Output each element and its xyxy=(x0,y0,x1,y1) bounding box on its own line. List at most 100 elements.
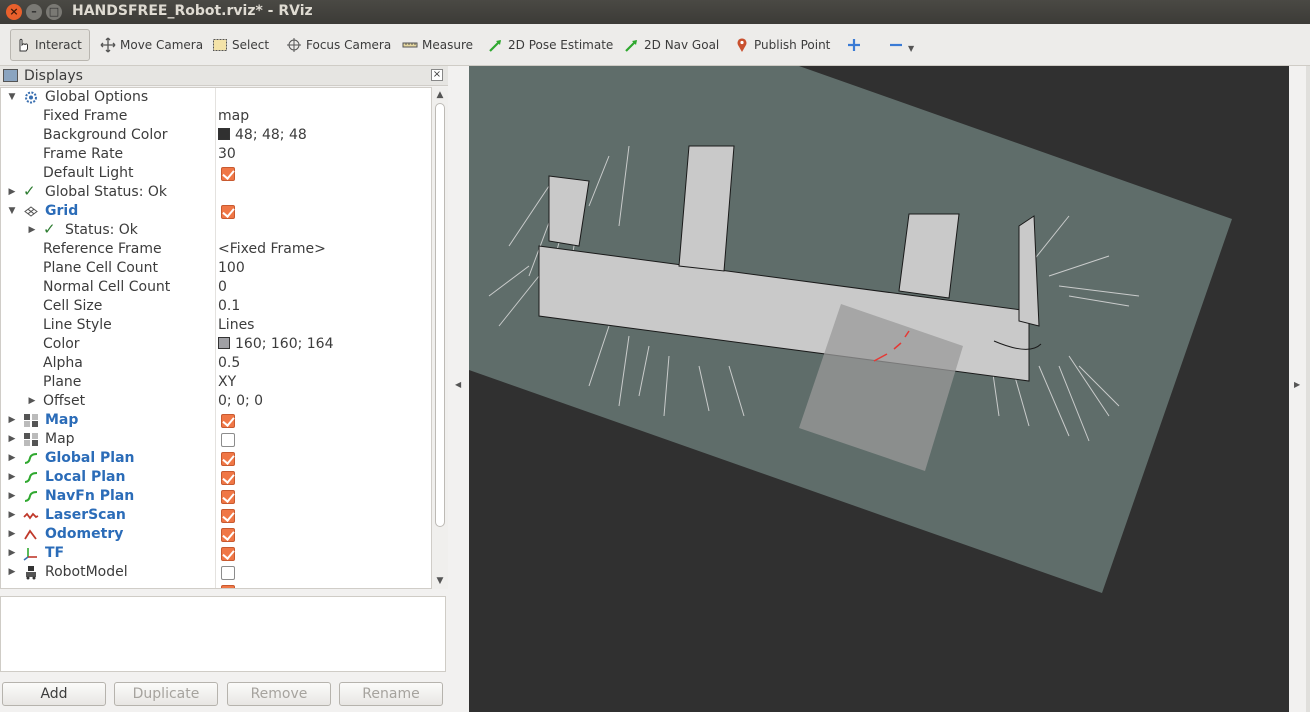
tree-row-alpha[interactable]: Alpha 0.5 xyxy=(1,354,431,373)
collapsed-arrow-icon[interactable]: ▶ xyxy=(7,487,17,506)
tree-row-global-plan[interactable]: ▶ Global Plan xyxy=(1,449,431,468)
collapsed-arrow-icon[interactable]: ▶ xyxy=(27,221,37,240)
path-icon xyxy=(23,489,39,504)
collapse-left-arrow-icon[interactable]: ◀ xyxy=(455,380,461,389)
collapse-right-arrow-icon[interactable]: ▶ xyxy=(1294,380,1300,389)
publish-point-tool-button[interactable]: Publish Point xyxy=(730,29,834,61)
map-icon xyxy=(23,432,39,447)
nav-goal-tool-button[interactable]: 2D Nav Goal xyxy=(620,29,723,61)
partial-checkbox[interactable] xyxy=(221,585,235,588)
collapsed-arrow-icon[interactable]: ▶ xyxy=(7,411,17,430)
select-tool-button[interactable]: Select xyxy=(208,29,273,61)
tree-row-odometry[interactable]: ▶ Odometry xyxy=(1,525,431,544)
tree-row-grid-status[interactable]: ▶ ✓ Status: Ok xyxy=(1,220,431,240)
odometry-checkbox[interactable] xyxy=(221,528,235,542)
laser-scan-icon xyxy=(23,508,39,523)
monitor-icon xyxy=(3,69,18,82)
tree-row-laserscan[interactable]: ▶ LaserScan xyxy=(1,506,431,525)
scroll-down-arrow-icon[interactable]: ▼ xyxy=(434,575,446,587)
close-icon[interactable]: × xyxy=(431,69,443,81)
expanded-arrow-icon[interactable]: ▼ xyxy=(7,202,17,221)
tree-row-offset[interactable]: ▶ Offset 0; 0; 0 xyxy=(1,392,431,411)
tree-row-partial[interactable] xyxy=(1,582,431,588)
window-minimize-button[interactable]: – xyxy=(26,4,42,20)
robotmodel-checkbox[interactable] xyxy=(221,566,235,580)
tf-axes-icon xyxy=(23,546,39,561)
duplicate-button[interactable]: Duplicate xyxy=(114,682,218,706)
collapsed-arrow-icon[interactable]: ▶ xyxy=(7,563,17,582)
expanded-arrow-icon[interactable]: ▼ xyxy=(7,88,17,107)
laserscan-checkbox[interactable] xyxy=(221,509,235,523)
tree-row-plane[interactable]: Plane XY xyxy=(1,373,431,392)
gear-icon xyxy=(23,90,39,105)
collapsed-arrow-icon[interactable]: ▶ xyxy=(7,449,17,468)
map-2-checkbox[interactable] xyxy=(221,433,235,447)
tree-row-normal-cell-count[interactable]: Normal Cell Count 0 xyxy=(1,278,431,297)
tree-row-map[interactable]: ▶ Map xyxy=(1,411,431,430)
render-viewport[interactable] xyxy=(469,66,1289,712)
navfn-plan-checkbox[interactable] xyxy=(221,490,235,504)
tree-row-color[interactable]: Color 160; 160; 164 xyxy=(1,335,431,354)
tree-row-fixed-frame[interactable]: Fixed Frame map xyxy=(1,107,431,126)
minus-icon xyxy=(888,37,904,53)
collapsed-arrow-icon[interactable]: ▶ xyxy=(7,506,17,525)
measure-tool-button[interactable]: Measure xyxy=(398,29,477,61)
chevron-down-icon: ▼ xyxy=(908,43,915,53)
collapsed-arrow-icon[interactable]: ▶ xyxy=(7,525,17,544)
collapsed-arrow-icon[interactable]: ▶ xyxy=(7,468,17,487)
robot-icon xyxy=(23,565,39,580)
title-bar: × – □ HANDSFREE_Robot.rviz* - RViz xyxy=(0,0,1310,24)
displays-scrollbar[interactable]: ▲ ▼ xyxy=(432,87,448,589)
window-close-button[interactable]: × xyxy=(6,4,22,20)
collapsed-arrow-icon[interactable]: ▶ xyxy=(7,183,17,202)
tree-row-map-2[interactable]: ▶ Map xyxy=(1,430,431,449)
tf-checkbox[interactable] xyxy=(221,547,235,561)
map-icon xyxy=(23,413,39,428)
rename-button[interactable]: Rename xyxy=(339,682,443,706)
tree-row-plane-cell-count[interactable]: Plane Cell Count 100 xyxy=(1,259,431,278)
scroll-up-arrow-icon[interactable]: ▲ xyxy=(434,89,446,101)
grid-checkbox[interactable] xyxy=(221,205,235,219)
window-maximize-button[interactable]: □ xyxy=(46,4,62,20)
global-plan-checkbox[interactable] xyxy=(221,452,235,466)
move-arrows-icon xyxy=(100,37,116,53)
tree-row-line-style[interactable]: Line Style Lines xyxy=(1,316,431,335)
default-light-checkbox[interactable] xyxy=(221,167,235,181)
local-plan-checkbox[interactable] xyxy=(221,471,235,485)
tree-row-global-status[interactable]: ▶ ✓ Global Status: Ok xyxy=(1,182,431,202)
move-camera-tool-button[interactable]: Move Camera xyxy=(96,29,207,61)
tree-row-cell-size[interactable]: Cell Size 0.1 xyxy=(1,297,431,316)
ruler-icon xyxy=(402,37,418,53)
path-icon xyxy=(23,470,39,485)
tree-row-robotmodel[interactable]: ▶ RobotModel xyxy=(1,563,431,582)
toolbar: Interact Move Camera Select Focus Camera… xyxy=(0,24,1310,66)
remove-button[interactable]: Remove xyxy=(227,682,331,706)
plus-icon xyxy=(846,37,862,53)
tree-row-tf[interactable]: ▶ TF xyxy=(1,544,431,563)
displays-tree: ▼ Global Options Fixed Frame map Backgro… xyxy=(0,87,432,589)
checkmark-icon: ✓ xyxy=(43,220,56,238)
tree-row-local-plan[interactable]: ▶ Local Plan xyxy=(1,468,431,487)
map-checkbox[interactable] xyxy=(221,414,235,428)
interact-tool-button[interactable]: Interact xyxy=(10,29,90,61)
tree-row-global-options[interactable]: ▼ Global Options xyxy=(1,88,431,107)
add-button[interactable]: Add xyxy=(2,682,106,706)
remove-tool-dropdown[interactable]: ▼ xyxy=(884,29,918,61)
grid-icon xyxy=(23,204,39,219)
tree-row-background-color[interactable]: Background Color 48; 48; 48 xyxy=(1,126,431,145)
selection-box-icon xyxy=(212,37,228,53)
scrollbar-thumb[interactable] xyxy=(435,103,445,527)
checkmark-icon: ✓ xyxy=(23,182,36,200)
tree-row-default-light[interactable]: Default Light xyxy=(1,164,431,183)
pose-estimate-tool-button[interactable]: 2D Pose Estimate xyxy=(484,29,617,61)
color-swatch xyxy=(218,128,230,140)
tree-row-reference-frame[interactable]: Reference Frame <Fixed Frame> xyxy=(1,240,431,259)
collapsed-arrow-icon[interactable]: ▶ xyxy=(27,392,37,411)
tree-row-navfn-plan[interactable]: ▶ NavFn Plan xyxy=(1,487,431,506)
collapsed-arrow-icon[interactable]: ▶ xyxy=(7,430,17,449)
tree-row-grid[interactable]: ▼ Grid xyxy=(1,202,431,221)
focus-camera-tool-button[interactable]: Focus Camera xyxy=(282,29,395,61)
collapsed-arrow-icon[interactable]: ▶ xyxy=(7,544,17,563)
add-tool-button[interactable] xyxy=(842,29,870,61)
tree-row-frame-rate[interactable]: Frame Rate 30 xyxy=(1,145,431,164)
